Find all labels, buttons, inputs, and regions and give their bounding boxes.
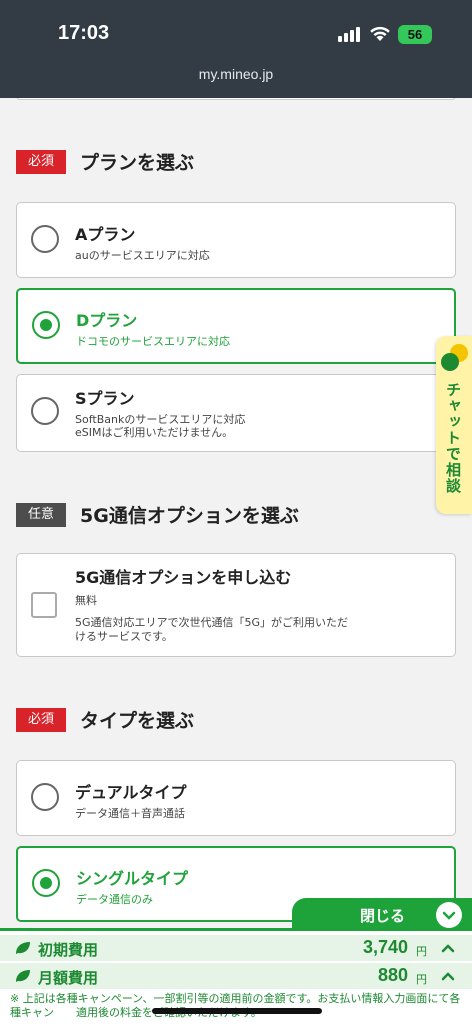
close-label: 閉じる	[360, 907, 406, 925]
option-description-cont: けるサービスです。	[75, 630, 173, 643]
status-time: 17:03	[58, 22, 110, 44]
chevron-down-icon	[436, 902, 462, 928]
status-bar: 17:03 56 my.mineo.jp	[0, 0, 472, 98]
required-badge: 必須	[16, 707, 67, 732]
section-title: 5G通信オプションを選ぶ	[80, 505, 299, 527]
fee-unit: 円	[416, 945, 427, 958]
fee-name: 月額費用	[38, 969, 99, 987]
option-title: Aプラン	[75, 225, 136, 244]
option-title: Sプラン	[75, 389, 135, 408]
5g-option-card[interactable]: 5G通信オプションを申し込む 無料 5G通信対応エリアで次世代通信「5G」がご利…	[16, 553, 456, 657]
previous-card-edge	[16, 98, 456, 100]
option-subtitle: データ通信のみ	[76, 893, 153, 906]
type-section-header: 必須 タイプを選ぶ	[16, 706, 194, 733]
fee-amount: 3,740	[362, 937, 408, 957]
option-description: 5G通信対応エリアで次世代通信「5G」がご利用いただ	[75, 616, 349, 629]
main-content: 必須 プランを選ぶ Aプラン auのサービスエリアに対応 Dプラン ドコモのサー…	[0, 98, 472, 928]
option-subtitle: ドコモのサービスエリアに対応	[76, 335, 230, 348]
chat-label: チャットで相談	[444, 382, 462, 494]
chat-qa-icon	[441, 344, 468, 371]
battery-icon: 56	[398, 25, 432, 44]
checkbox[interactable]	[31, 592, 57, 618]
wifi-icon	[370, 26, 390, 41]
option-subtitle: データ通信＋音声通話	[75, 807, 185, 820]
chevron-up-icon[interactable]	[440, 941, 456, 955]
home-indicator[interactable]	[152, 1008, 322, 1014]
type-option-dual[interactable]: デュアルタイプ データ通信＋音声通話	[16, 760, 456, 836]
plan-option-a[interactable]: Aプラン auのサービスエリアに対応	[16, 202, 456, 278]
fee-amount: 880	[377, 965, 408, 985]
option-note: eSIMはご利用いただけません。	[75, 426, 234, 439]
radio-button-selected[interactable]	[32, 311, 60, 339]
fee-name: 初期費用	[38, 941, 99, 959]
section-title: タイプを選ぶ	[80, 710, 195, 732]
plan-option-s[interactable]: Sプラン SoftBankのサービスエリアに対応 eSIMはご利用いただけません…	[16, 374, 456, 452]
plan-section-header: 必須 プランを選ぶ	[16, 148, 194, 175]
option-section-header: 任意 5G通信オプションを選ぶ	[16, 501, 299, 528]
fee-note: ※ 上記は各種キャンペーン、一部割引等の適用前の金額です。お支払い情報入力画面に…	[10, 992, 461, 1019]
option-title: Dプラン	[76, 311, 138, 330]
fee-unit: 円	[416, 973, 427, 986]
battery-level: 56	[407, 27, 423, 42]
radio-button-selected[interactable]	[32, 869, 60, 897]
plan-option-d[interactable]: Dプラン ドコモのサービスエリアに対応	[16, 288, 456, 364]
radio-button[interactable]	[31, 225, 59, 253]
option-subtitle: SoftBankのサービスエリアに対応	[75, 413, 246, 426]
option-title: シングルタイプ	[76, 869, 189, 888]
option-title: 5G通信オプションを申し込む	[75, 568, 292, 587]
chevron-up-icon[interactable]	[440, 969, 456, 983]
url-bar[interactable]: my.mineo.jp	[0, 66, 472, 82]
required-badge: 必須	[16, 149, 67, 174]
cellular-signal-icon	[338, 27, 360, 42]
leaf-icon	[16, 942, 30, 954]
radio-button[interactable]	[31, 397, 59, 425]
option-title: デュアルタイプ	[75, 783, 187, 802]
monthly-fee-row[interactable]: 月額費用 880 円	[0, 963, 472, 989]
radio-button[interactable]	[31, 783, 59, 811]
option-subtitle: auのサービスエリアに対応	[75, 249, 210, 262]
section-title: プランを選ぶ	[80, 152, 195, 174]
close-panel-button[interactable]: 閉じる	[292, 898, 472, 932]
option-price: 無料	[75, 594, 97, 607]
optional-badge: 任意	[16, 502, 67, 527]
leaf-icon	[16, 970, 30, 982]
chat-consult-tab[interactable]: チャットで相談	[436, 336, 472, 514]
initial-fee-row[interactable]: 初期費用 3,740 円	[0, 935, 472, 961]
